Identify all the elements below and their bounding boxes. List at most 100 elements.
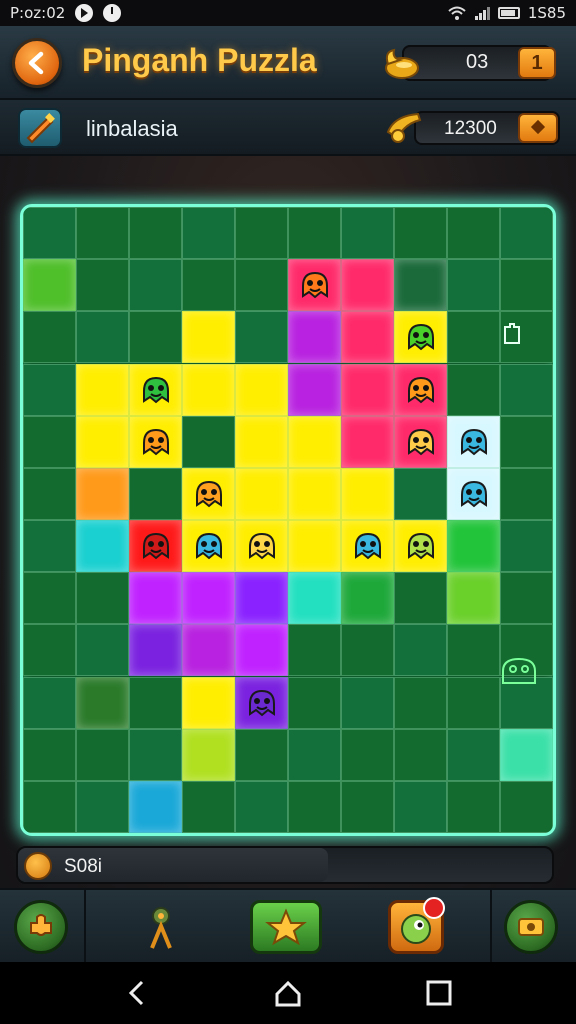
empty-slot[interactable]	[447, 363, 500, 416]
empty-slot[interactable]	[288, 207, 341, 260]
puzzle-piece[interactable]	[288, 363, 341, 416]
puzzle-piece[interactable]	[129, 572, 182, 625]
puzzle-piece[interactable]	[235, 363, 288, 416]
empty-slot[interactable]	[447, 207, 500, 260]
puzzle-piece[interactable]	[76, 467, 129, 520]
empty-slot[interactable]	[182, 207, 235, 260]
puzzle-piece[interactable]	[447, 572, 500, 625]
empty-slot[interactable]	[182, 415, 235, 468]
puzzle-piece[interactable]	[235, 415, 288, 468]
hint-piece-button[interactable]	[14, 900, 68, 954]
empty-slot[interactable]	[23, 467, 76, 520]
empty-slot[interactable]	[235, 311, 288, 364]
empty-slot[interactable]	[182, 780, 235, 833]
puzzle-piece[interactable]	[500, 728, 553, 781]
empty-slot[interactable]	[500, 467, 553, 520]
border-pieces-button[interactable]	[134, 900, 188, 954]
empty-slot[interactable]	[129, 676, 182, 729]
level-image-button[interactable]	[18, 108, 62, 148]
empty-slot[interactable]	[447, 624, 500, 677]
empty-slot[interactable]	[23, 415, 76, 468]
puzzle-piece[interactable]	[235, 624, 288, 677]
empty-slot[interactable]	[23, 572, 76, 625]
puzzle-piece[interactable]	[341, 415, 394, 468]
puzzle-piece[interactable]	[76, 363, 129, 416]
puzzle-piece[interactable]	[76, 676, 129, 729]
puzzle-piece[interactable]	[447, 520, 500, 573]
empty-slot[interactable]	[341, 207, 394, 260]
empty-slot[interactable]	[394, 728, 447, 781]
empty-slot[interactable]	[447, 780, 500, 833]
puzzle-piece[interactable]	[341, 572, 394, 625]
empty-slot[interactable]	[23, 207, 76, 260]
puzzle-piece[interactable]	[129, 780, 182, 833]
empty-slot[interactable]	[500, 363, 553, 416]
empty-slot[interactable]	[394, 624, 447, 677]
empty-slot[interactable]	[129, 467, 182, 520]
empty-slot[interactable]	[76, 207, 129, 260]
empty-slot[interactable]	[500, 207, 553, 260]
empty-slot[interactable]	[129, 207, 182, 260]
puzzle-piece[interactable]	[129, 624, 182, 677]
add-coins-button[interactable]: 1	[518, 47, 556, 79]
empty-slot[interactable]	[447, 728, 500, 781]
empty-slot[interactable]	[23, 363, 76, 416]
empty-slot[interactable]	[500, 780, 553, 833]
empty-slot[interactable]	[341, 624, 394, 677]
puzzle-piece[interactable]	[182, 676, 235, 729]
puzzle-piece[interactable]	[288, 572, 341, 625]
empty-slot[interactable]	[129, 259, 182, 312]
empty-slot[interactable]	[447, 311, 500, 364]
empty-slot[interactable]	[23, 728, 76, 781]
puzzle-piece[interactable]	[288, 520, 341, 573]
puzzle-piece[interactable]	[23, 259, 76, 312]
empty-slot[interactable]	[23, 624, 76, 677]
puzzle-piece[interactable]	[341, 311, 394, 364]
empty-slot[interactable]	[235, 207, 288, 260]
star-button[interactable]	[250, 900, 322, 954]
empty-slot[interactable]	[447, 259, 500, 312]
empty-slot[interactable]	[394, 207, 447, 260]
empty-slot[interactable]	[288, 676, 341, 729]
nav-recents-icon[interactable]	[424, 978, 454, 1008]
empty-slot[interactable]	[341, 728, 394, 781]
empty-slot[interactable]	[394, 676, 447, 729]
empty-slot[interactable]	[341, 780, 394, 833]
puzzle-piece[interactable]	[288, 311, 341, 364]
puzzle-piece[interactable]	[341, 363, 394, 416]
empty-slot[interactable]	[76, 728, 129, 781]
puzzle-piece[interactable]	[182, 624, 235, 677]
empty-slot[interactable]	[76, 259, 129, 312]
empty-slot[interactable]	[23, 520, 76, 573]
empty-slot[interactable]	[23, 676, 76, 729]
empty-slot[interactable]	[129, 728, 182, 781]
empty-slot[interactable]	[288, 624, 341, 677]
puzzle-grid[interactable]	[23, 207, 553, 833]
puzzle-piece[interactable]	[341, 259, 394, 312]
score-action-button[interactable]	[518, 113, 558, 143]
back-button[interactable]	[12, 38, 62, 88]
empty-slot[interactable]	[76, 780, 129, 833]
puzzle-piece[interactable]	[182, 572, 235, 625]
nav-home-icon[interactable]	[273, 978, 303, 1008]
puzzle-piece[interactable]	[182, 363, 235, 416]
empty-slot[interactable]	[341, 676, 394, 729]
empty-slot[interactable]	[500, 572, 553, 625]
empty-slot[interactable]	[76, 311, 129, 364]
puzzle-piece[interactable]	[76, 520, 129, 573]
puzzle-piece[interactable]	[235, 467, 288, 520]
empty-slot[interactable]	[235, 780, 288, 833]
empty-slot[interactable]	[288, 728, 341, 781]
empty-slot[interactable]	[23, 311, 76, 364]
puzzle-piece[interactable]	[288, 467, 341, 520]
empty-slot[interactable]	[500, 259, 553, 312]
empty-slot[interactable]	[235, 728, 288, 781]
empty-slot[interactable]	[182, 259, 235, 312]
empty-slot[interactable]	[23, 780, 76, 833]
empty-slot[interactable]	[235, 259, 288, 312]
empty-slot[interactable]	[76, 572, 129, 625]
puzzle-piece[interactable]	[182, 728, 235, 781]
empty-slot[interactable]	[394, 780, 447, 833]
puzzle-piece[interactable]	[76, 415, 129, 468]
camera-preview-button[interactable]	[504, 900, 558, 954]
